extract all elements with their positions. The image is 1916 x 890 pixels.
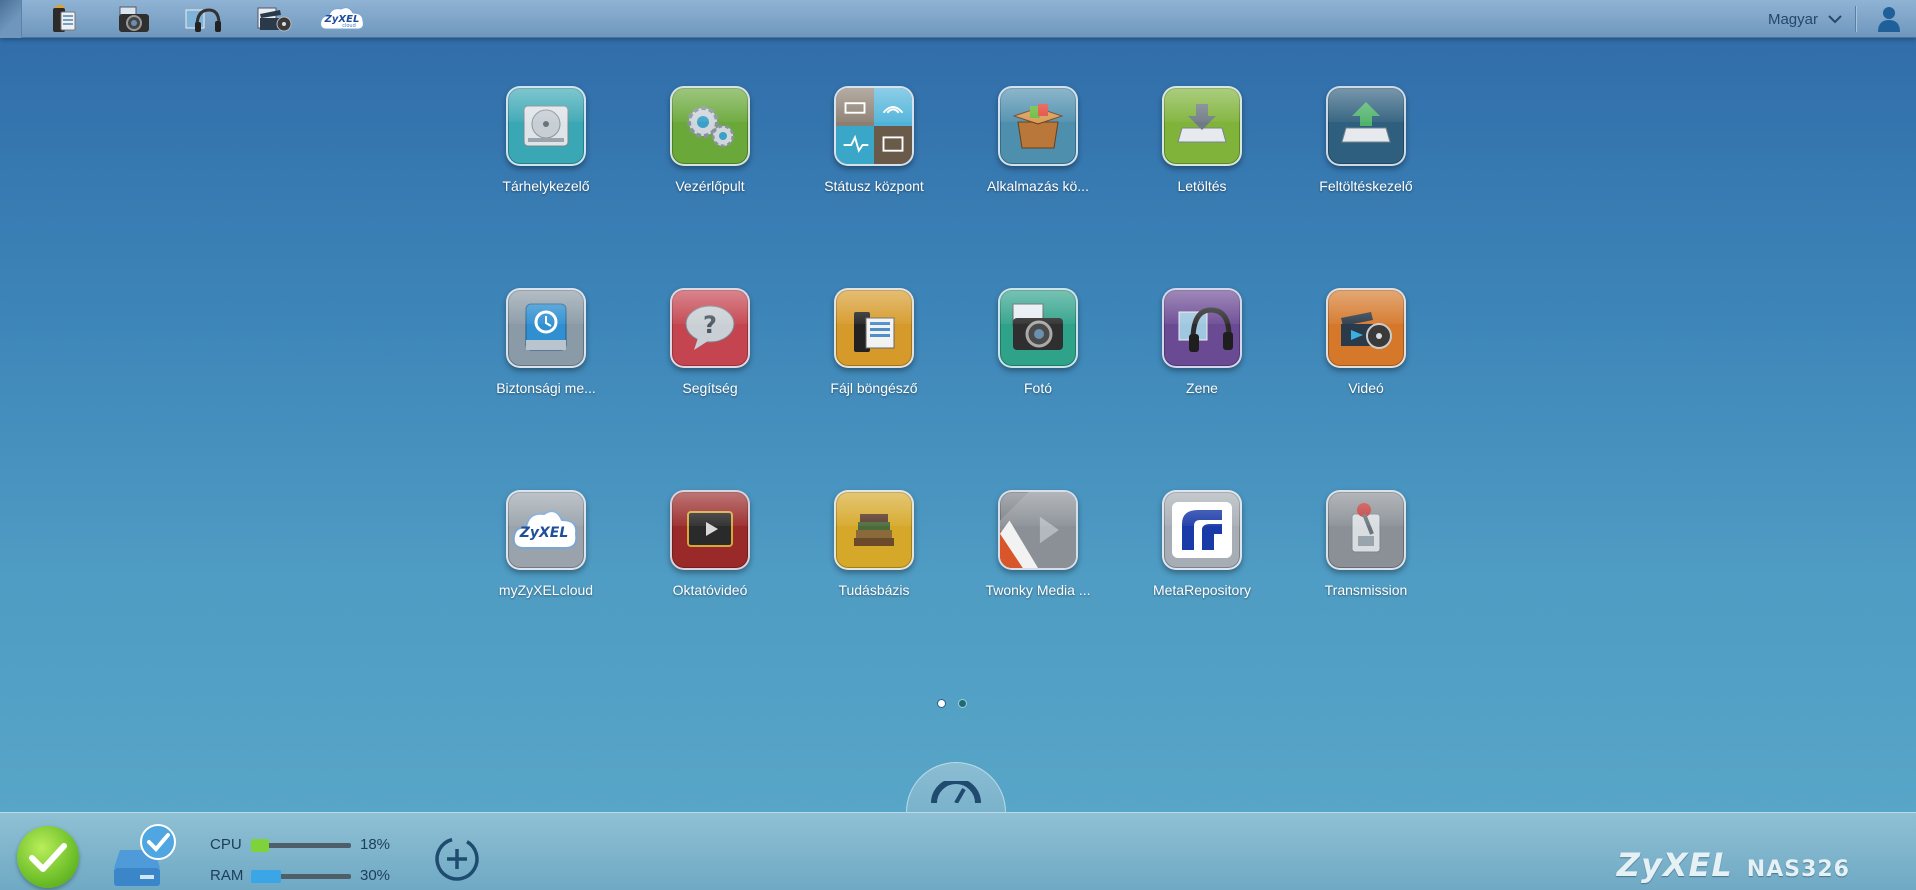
dashboard-toggle-button[interactable] <box>906 762 1006 814</box>
system-status-indicator[interactable] <box>17 826 79 888</box>
page-dot-1[interactable] <box>937 699 946 708</box>
app-myzyxelcloud[interactable]: ZyXEL myZyXELcloud <box>471 490 621 610</box>
transmission-icon <box>1326 490 1406 570</box>
app-twonky-media[interactable]: Twonky Media ... <box>963 490 1113 610</box>
app-label: Segítség <box>682 380 738 396</box>
music-icon <box>1162 288 1242 368</box>
zyxel-cloud-icon: ZyXEL cloud <box>320 7 364 30</box>
app-file-browser[interactable]: Fájl böngésző <box>799 288 949 408</box>
knowledge-base-icon <box>834 490 914 570</box>
quick-launch-video[interactable] <box>251 3 295 35</box>
app-label: Fájl böngésző <box>830 380 918 396</box>
add-circle-icon <box>435 837 479 881</box>
app-video[interactable]: Videó <box>1291 288 1441 408</box>
app-transmission[interactable]: Transmission <box>1291 490 1441 610</box>
user-account-button[interactable] <box>1872 4 1906 34</box>
cpu-label: CPU <box>210 836 242 853</box>
language-label: Magyar <box>1767 10 1818 28</box>
file-browser-app-icon <box>834 288 914 368</box>
svg-text:cloud: cloud <box>342 23 356 29</box>
quick-launch-photo[interactable] <box>112 3 156 35</box>
upload-manager-icon <box>1326 86 1406 166</box>
app-backup[interactable]: Biztonsági me... <box>471 288 621 408</box>
app-music[interactable]: Zene <box>1127 288 1277 408</box>
video-icon <box>1326 288 1406 368</box>
app-help[interactable]: ? Segítség <box>635 288 785 408</box>
speedometer-icon <box>931 781 981 803</box>
metarepository-icon <box>1162 490 1242 570</box>
page-indicator <box>937 699 967 708</box>
app-metarepository[interactable]: MetaRepository <box>1127 490 1277 610</box>
svg-text:ZyXEL: ZyXEL <box>519 525 569 541</box>
app-center-icon <box>998 86 1078 166</box>
app-tutorial-video[interactable]: Oktatóvideó <box>635 490 785 610</box>
page-dot-2[interactable] <box>958 699 967 708</box>
cpu-meter-fill <box>251 839 269 852</box>
brand-logo: ZyXEL NAS326 <box>1617 846 1850 884</box>
top-bar-divider <box>1855 6 1856 32</box>
twonky-media-icon <box>998 490 1078 570</box>
ram-label: RAM <box>210 867 244 884</box>
app-knowledge-base[interactable]: Tudásbázis <box>799 490 949 610</box>
app-label: Tárhelykezelő <box>502 178 590 194</box>
photo-icon <box>998 288 1078 368</box>
quick-launch-file-browser[interactable] <box>42 3 86 35</box>
app-label: Transmission <box>1324 582 1408 598</box>
user-icon <box>1878 7 1900 32</box>
app-download[interactable]: Letöltés <box>1127 86 1277 206</box>
svg-text:?: ? <box>703 311 717 339</box>
chevron-down-icon <box>1828 15 1842 24</box>
ram-meter <box>251 870 351 883</box>
top-bar: ZyXEL cloud Magyar <box>0 0 1916 38</box>
app-control-panel[interactable]: Vezérlőpult <box>635 86 785 206</box>
app-label: Oktatóvideó <box>672 582 748 598</box>
app-label: Vezérlőpult <box>675 178 745 194</box>
app-upload-manager[interactable]: Feltöltéskezelő <box>1291 86 1441 206</box>
app-label: MetaRepository <box>1152 582 1252 598</box>
cpu-meter <box>251 839 351 852</box>
myzyxelcloud-icon: ZyXEL <box>506 490 586 570</box>
app-app-center[interactable]: Alkalmazás kö... <box>963 86 1113 206</box>
tutorial-video-icon <box>670 490 750 570</box>
app-label: Fotó <box>1023 380 1052 396</box>
storage-manager-icon <box>506 86 586 166</box>
app-storage-manager[interactable]: Tárhelykezelő <box>471 86 621 206</box>
app-label: Feltöltéskezelő <box>1319 178 1413 194</box>
app-label: Zene <box>1186 380 1218 396</box>
download-icon <box>1162 86 1242 166</box>
storage-ok-icon <box>114 824 176 886</box>
language-selector[interactable]: Magyar <box>1768 0 1842 38</box>
music-headphones-icon <box>185 8 221 32</box>
video-clapper-icon <box>257 7 292 32</box>
app-label: Biztonsági me... <box>496 380 596 396</box>
cpu-value: 18% <box>360 836 391 853</box>
app-label: Státusz központ <box>824 178 924 194</box>
control-panel-icon <box>670 86 750 166</box>
help-icon: ? <box>670 288 750 368</box>
top-bar-corner <box>0 0 22 38</box>
app-label: Videó <box>1348 380 1384 396</box>
app-label: Tudásbázis <box>838 582 910 598</box>
checkmark-icon <box>29 843 67 872</box>
quick-launch-music[interactable] <box>180 3 224 35</box>
storage-status-indicator[interactable] <box>110 824 182 888</box>
app-status-center[interactable]: Státusz központ <box>799 86 949 206</box>
brand-name: ZyXEL <box>1616 846 1733 884</box>
app-label: Letöltés <box>1177 178 1227 194</box>
photo-camera-icon <box>119 6 149 32</box>
backup-icon <box>506 288 586 368</box>
model-name: NAS326 <box>1746 857 1850 882</box>
ram-meter-fill <box>251 870 281 883</box>
app-label: Twonky Media ... <box>985 582 1091 598</box>
add-widget-button[interactable] <box>433 834 483 884</box>
status-center-icon <box>834 86 914 166</box>
ram-value: 30% <box>360 867 391 884</box>
quick-launch-zyxel-cloud[interactable]: ZyXEL cloud <box>318 3 368 35</box>
app-label: myZyXELcloud <box>498 582 594 598</box>
file-browser-icon <box>53 4 76 32</box>
app-photo[interactable]: Fotó <box>963 288 1113 408</box>
app-label: Alkalmazás kö... <box>987 178 1089 194</box>
